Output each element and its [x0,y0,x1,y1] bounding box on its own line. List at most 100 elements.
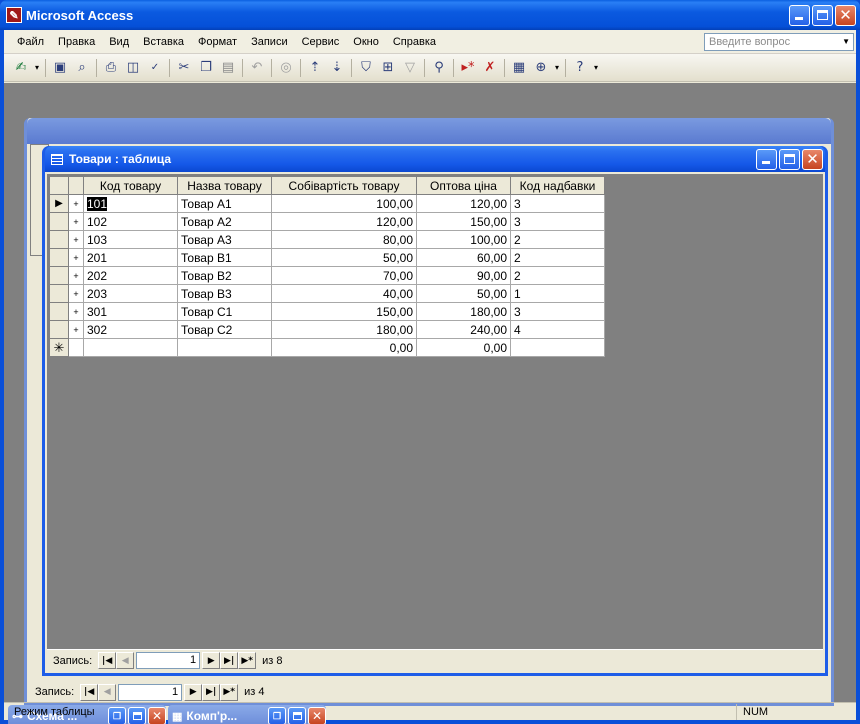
column-header-price[interactable]: Оптова ціна [416,176,511,195]
cell-price[interactable]: 120,00 [416,194,511,213]
cell-code[interactable] [83,338,178,357]
properties-icon[interactable]: ▦ [508,57,530,79]
help-icon[interactable]: ? [569,57,591,79]
record-selector[interactable] [49,284,69,303]
cell-price[interactable]: 90,00 [416,266,511,285]
cell-code[interactable]: 301 [83,302,178,321]
cell-markup[interactable]: 2 [510,248,605,267]
products-window-titlebar[interactable]: Товари : таблица ✕ [45,146,825,172]
menu-format[interactable]: Формат [191,36,244,48]
record-selector[interactable] [49,302,69,321]
save-icon[interactable]: ▣ [49,57,71,79]
new-record-indicator[interactable]: ✳ [49,338,69,357]
cell-name[interactable]: Товар B2 [177,266,272,285]
minimize-button[interactable] [789,4,810,26]
delete-record-icon[interactable]: ✗ [479,57,501,79]
cell-cost[interactable]: 100,00 [271,194,417,213]
copy-icon[interactable]: ❐ [195,57,217,79]
hyperlink-icon[interactable]: ◎ [275,57,297,79]
cell-cost[interactable]: 70,00 [271,266,417,285]
cell-code[interactable]: 201 [83,248,178,267]
cell-name[interactable]: Товар A2 [177,212,272,231]
cut-icon[interactable]: ✂ [173,57,195,79]
menu-window[interactable]: Окно [346,36,386,48]
sort-desc-icon[interactable]: ⇣ [326,57,348,79]
cell-code[interactable]: 203 [83,284,178,303]
cell-cost[interactable]: 0,00 [271,338,417,357]
cell-cost[interactable]: 150,00 [271,302,417,321]
column-header-markup[interactable]: Код надбавки [510,176,605,195]
search-file-icon[interactable]: ⌕ [71,57,93,79]
cell-cost[interactable]: 180,00 [271,320,417,339]
cell-code[interactable]: 302 [83,320,178,339]
current-record-indicator[interactable]: ▶ [49,194,69,213]
maximize-button[interactable] [812,4,833,26]
first-record-button[interactable]: |◀ [98,652,117,669]
view-icon[interactable]: ✍ [10,57,32,79]
expand-subdatasheet-button[interactable]: + [68,266,84,285]
cell-markup[interactable] [510,338,605,357]
cell-code[interactable]: 101 [83,194,178,213]
cell-price[interactable]: 180,00 [416,302,511,321]
last-record-button[interactable]: ▶| [202,683,221,701]
cell-name[interactable]: Товар C1 [177,302,272,321]
last-record-button[interactable]: ▶| [220,652,239,669]
window-close-button[interactable]: ✕ [802,148,823,170]
column-header-cost[interactable]: Собівартість товару [271,176,417,195]
cell-price[interactable]: 0,00 [416,338,511,357]
menu-tools[interactable]: Сервис [295,36,347,48]
expand-subdatasheet-button[interactable]: + [68,212,84,231]
next-record-button[interactable]: ▶ [202,652,221,669]
find-icon[interactable]: ⚲ [428,57,450,79]
cell-price[interactable]: 60,00 [416,248,511,267]
menu-file[interactable]: Файл [10,36,51,48]
menu-help[interactable]: Справка [386,36,443,48]
spelling-icon[interactable]: ✓ [144,57,166,79]
column-header-name[interactable]: Назва товару [177,176,272,195]
paste-icon[interactable]: ▤ [217,57,239,79]
cell-markup[interactable]: 3 [510,194,605,213]
cell-cost[interactable]: 40,00 [271,284,417,303]
sort-asc-icon[interactable]: ⇡ [304,57,326,79]
cell-name[interactable]: Товар A1 [177,194,272,213]
menu-view[interactable]: Вид [102,36,136,48]
new-object-icon[interactable]: ⊕ [530,57,552,79]
print-icon[interactable]: ⎙ [100,57,122,79]
cell-name[interactable] [177,338,272,357]
cell-code[interactable]: 102 [83,212,178,231]
cell-cost[interactable]: 80,00 [271,230,417,249]
record-selector[interactable] [49,212,69,231]
menu-insert[interactable]: Вставка [136,36,191,48]
cell-name[interactable]: Товар B1 [177,248,272,267]
toolbar-options-icon[interactable]: ▾ [591,57,601,79]
expand-subdatasheet-button[interactable]: + [68,248,84,267]
back-window-titlebar[interactable] [27,118,831,144]
expand-subdatasheet-button[interactable]: + [68,284,84,303]
apply-filter-icon[interactable]: ▽ [399,57,421,79]
record-selector[interactable] [49,230,69,249]
expand-subdatasheet-button[interactable]: + [68,320,84,339]
undo-icon[interactable]: ↶ [246,57,268,79]
cell-code[interactable]: 202 [83,266,178,285]
new-object-dropdown-icon[interactable]: ▾ [552,57,562,79]
close-button[interactable]: ✕ [835,4,856,26]
window-maximize-button[interactable] [779,148,800,170]
help-question-input[interactable]: Введите вопрос ▼ [704,32,854,51]
first-record-button[interactable]: |◀ [80,683,99,701]
expand-subdatasheet-button[interactable]: + [68,230,84,249]
cell-name[interactable]: Товар C2 [177,320,272,339]
prev-record-button[interactable]: ◀ [116,652,135,669]
prev-record-button[interactable]: ◀ [98,683,117,701]
filter-selection-icon[interactable]: ⛉ [355,57,377,79]
expand-subdatasheet-button[interactable]: + [68,194,84,213]
select-all-cell[interactable] [49,176,69,195]
cell-markup[interactable]: 2 [510,230,605,249]
filter-form-icon[interactable]: ⊞ [377,57,399,79]
expand-subdatasheet-button[interactable]: + [68,302,84,321]
record-selector[interactable] [49,248,69,267]
record-number-input[interactable]: 1 [118,683,183,701]
cell-code[interactable]: 103 [83,230,178,249]
cell-cost[interactable]: 50,00 [271,248,417,267]
cell-price[interactable]: 50,00 [416,284,511,303]
menu-records[interactable]: Записи [244,36,295,48]
